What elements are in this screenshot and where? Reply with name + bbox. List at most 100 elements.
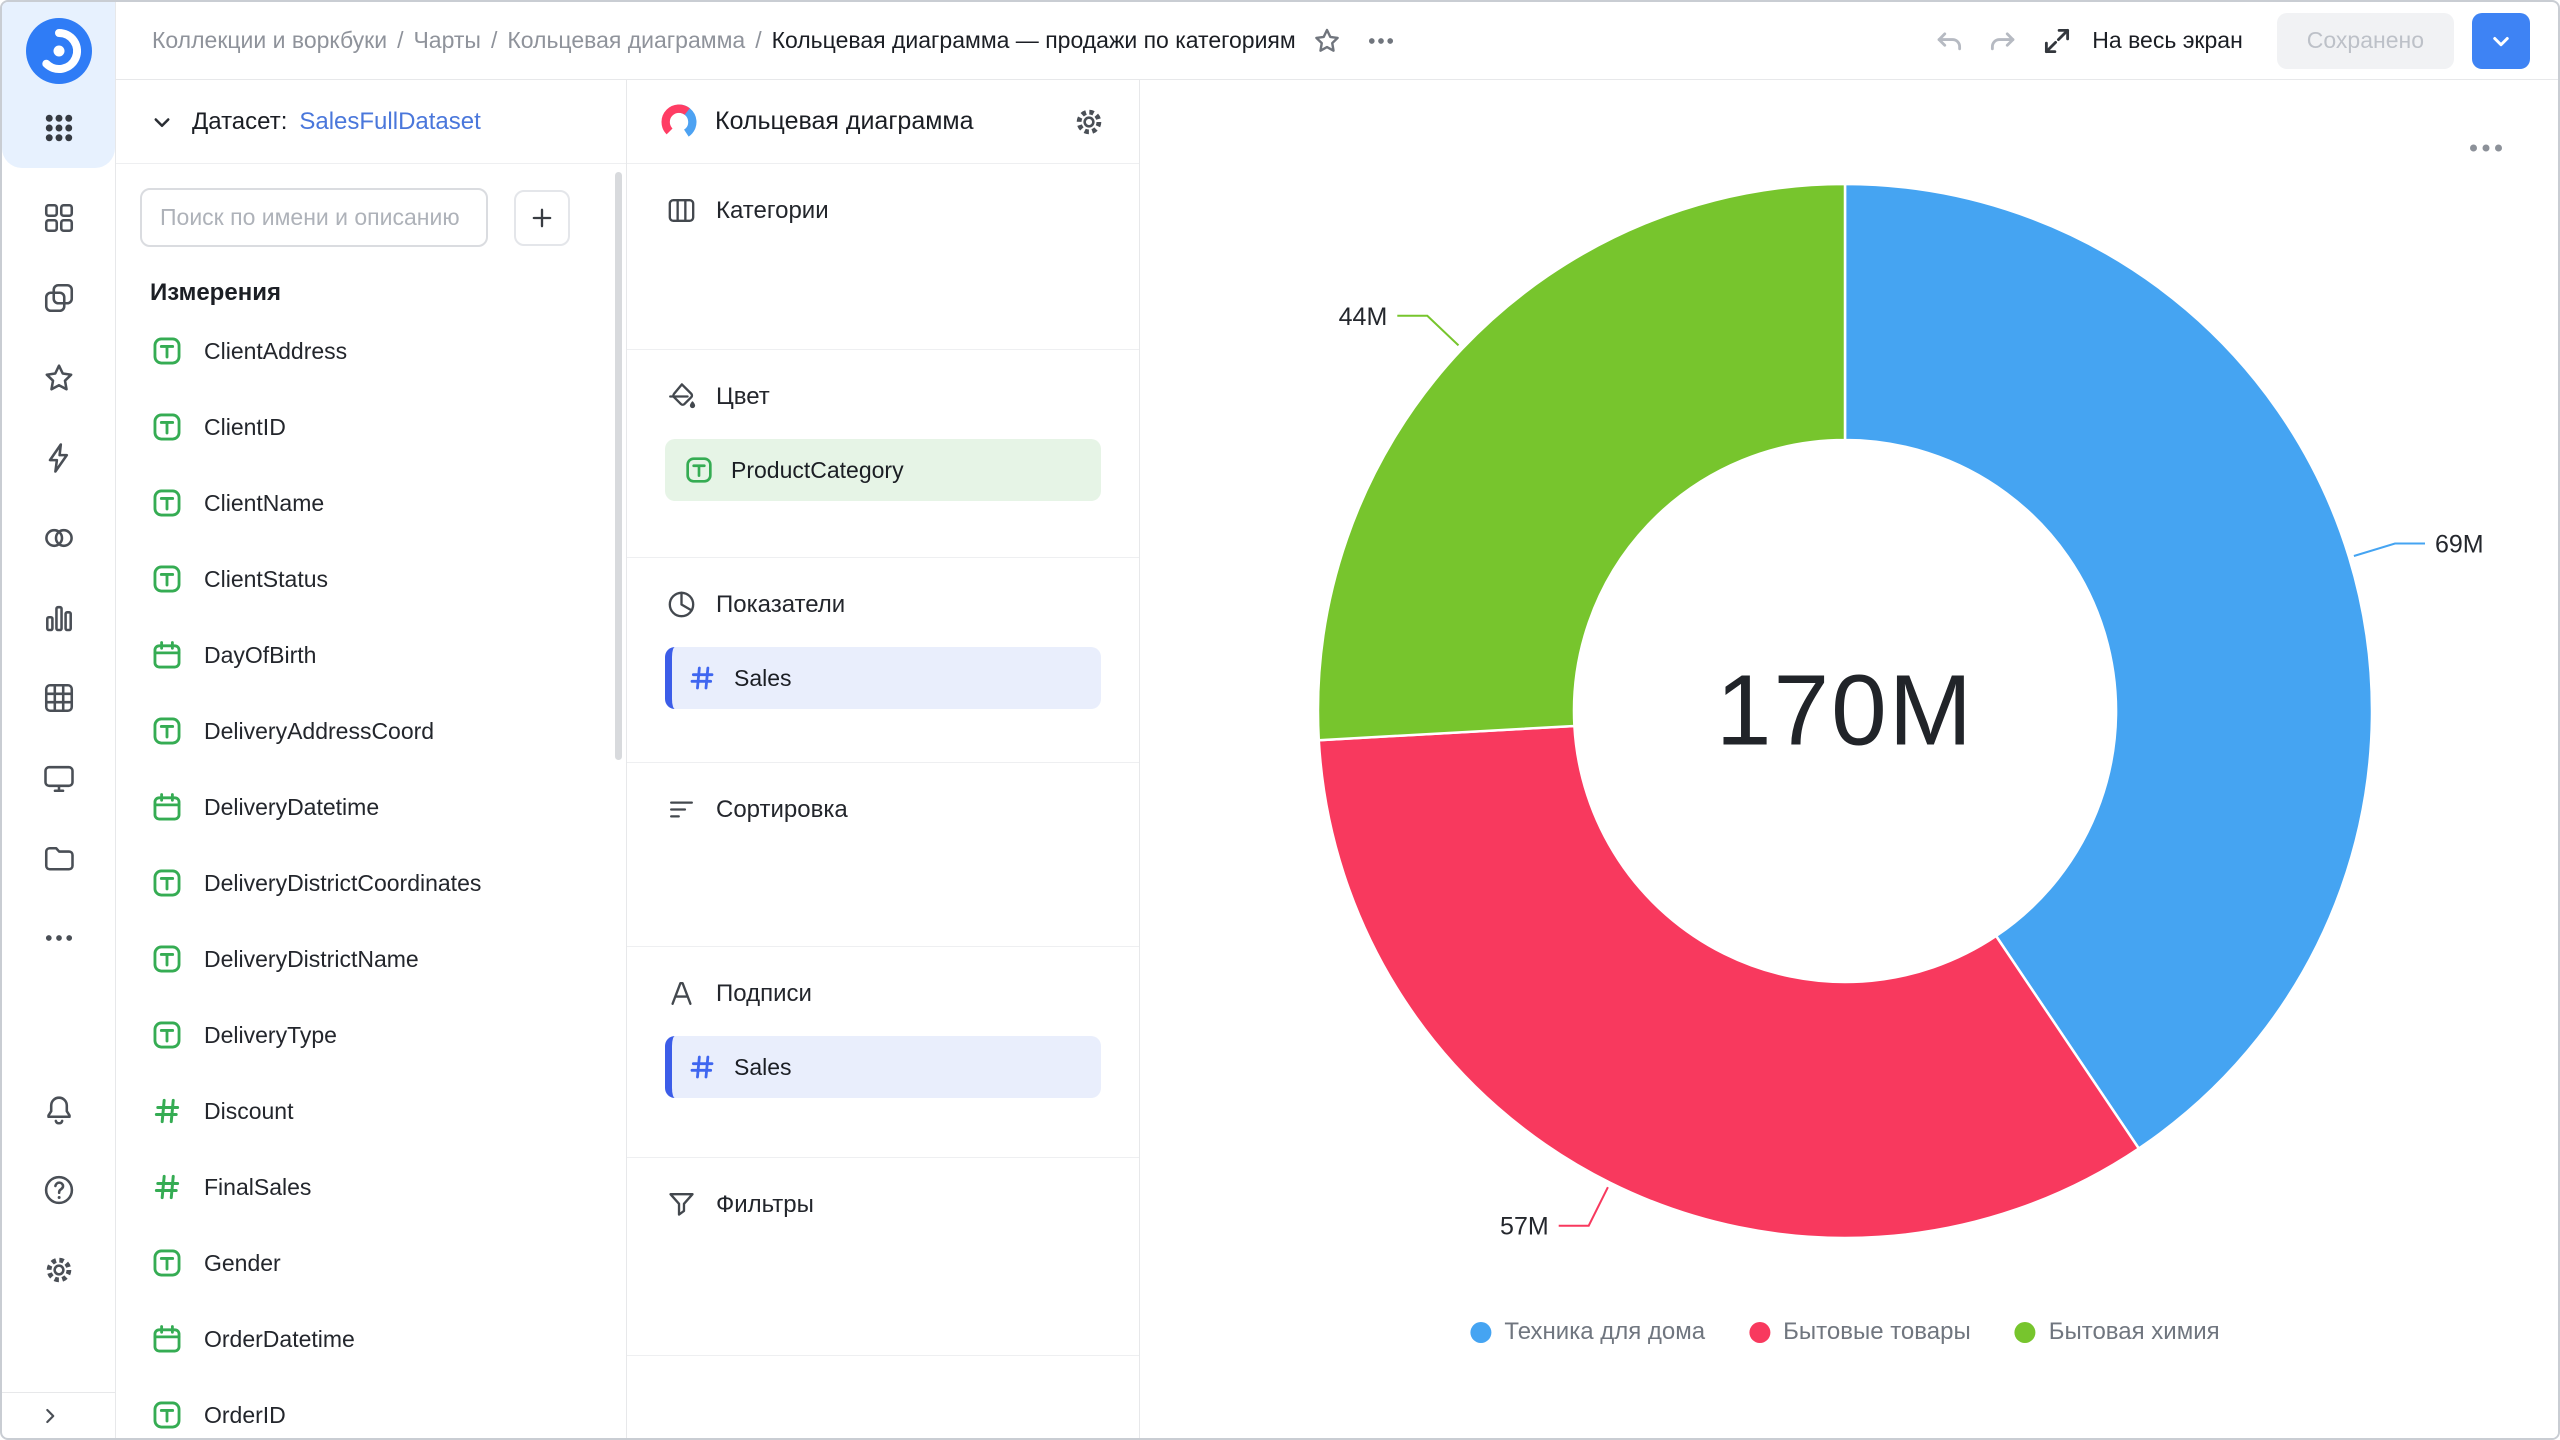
dataset-field-row[interactable]: ClientAddress xyxy=(116,313,626,389)
rail-nav-icons xyxy=(41,200,77,956)
dimensions-section-title: Измерения xyxy=(150,279,626,307)
field-name: DeliveryDistrictName xyxy=(204,946,419,973)
text-field-icon xyxy=(150,942,184,976)
dataset-label: Датасет: xyxy=(192,108,287,136)
dashboards-monitor-icon[interactable] xyxy=(41,760,77,796)
field-search-input[interactable] xyxy=(140,188,488,247)
connections-icon[interactable] xyxy=(41,520,77,556)
legend-label: Техника для дома xyxy=(1504,1318,1705,1346)
favorite-star-icon[interactable] xyxy=(1304,18,1350,64)
editor-bolt-icon[interactable] xyxy=(41,440,77,476)
dataset-search-row xyxy=(116,164,626,247)
field-name: ClientID xyxy=(204,414,286,441)
collections-icon[interactable] xyxy=(41,280,77,316)
text-field-icon xyxy=(683,454,715,486)
dataset-field-row[interactable]: DeliveryDistrictCoordinates xyxy=(116,845,626,921)
legend-item[interactable]: Техника для дома xyxy=(1470,1318,1705,1346)
rail-collapse-bar xyxy=(2,1392,115,1438)
number-field-icon xyxy=(150,1094,184,1128)
field-name: ClientAddress xyxy=(204,338,347,365)
settings-gear-icon[interactable] xyxy=(41,1252,77,1288)
dataset-field-row[interactable]: Discount xyxy=(116,1073,626,1149)
dataset-field-row[interactable]: DeliveryDatetime xyxy=(116,769,626,845)
more-dots-icon[interactable] xyxy=(41,920,77,956)
field-chip-Sales[interactable]: Sales xyxy=(665,647,1101,709)
config-section-labels: ПодписиSales xyxy=(627,947,1139,1158)
legend-dot xyxy=(1470,1322,1491,1343)
undo-icon[interactable] xyxy=(1926,18,1972,64)
add-field-button[interactable] xyxy=(514,190,570,246)
fullscreen-label[interactable]: На весь экран xyxy=(2092,27,2243,54)
dataset-field-row[interactable]: OrderDatetime xyxy=(116,1301,626,1377)
chip-label: Sales xyxy=(734,665,792,692)
app-root: Коллекции и воркбуки/Чарты/Кольцевая диа… xyxy=(0,0,2560,1440)
hash-icon xyxy=(686,1051,718,1083)
slice-value-label: 44M xyxy=(1339,303,1388,331)
field-name: DeliveryDistrictCoordinates xyxy=(204,870,481,897)
redo-icon[interactable] xyxy=(1980,18,2026,64)
left-rail xyxy=(2,2,116,1438)
config-section-measures: Показатели Sales xyxy=(627,558,1139,763)
top-bar: Коллекции и воркбуки/Чарты/Кольцевая диа… xyxy=(116,2,2558,80)
label-leader-line xyxy=(1559,1187,1608,1226)
section-header: Фильтры xyxy=(665,1188,1101,1221)
breadcrumb-separator: / xyxy=(491,27,497,54)
tiles-icon[interactable] xyxy=(41,200,77,236)
donut-slice-2[interactable] xyxy=(1319,726,2139,1238)
page-title: Кольцевая диаграмма — продажи по категор… xyxy=(772,27,1296,54)
saved-button[interactable]: Сохранено xyxy=(2277,13,2454,69)
section-header: Показатели xyxy=(665,588,1101,621)
text-field-icon xyxy=(150,1398,184,1432)
content-row: Датасет: SalesFullDataset Измерения Clie… xyxy=(116,80,2558,1438)
dataset-field-row[interactable]: Gender xyxy=(116,1225,626,1301)
save-dropdown-button[interactable] xyxy=(2472,13,2530,69)
favorites-star-icon[interactable] xyxy=(41,360,77,396)
dataset-field-row[interactable]: DeliveryType xyxy=(116,997,626,1073)
datasets-grid-icon[interactable] xyxy=(41,680,77,716)
legend-dot xyxy=(2015,1322,2036,1343)
chevron-down-icon[interactable] xyxy=(144,104,180,140)
more-menu-icon[interactable] xyxy=(1358,18,1404,64)
dataset-field-row[interactable]: DeliveryDistrictName xyxy=(116,921,626,997)
text-field-icon xyxy=(150,714,184,748)
hash-icon xyxy=(686,662,718,694)
charts-bars-icon[interactable] xyxy=(41,600,77,636)
legend-label: Бытовая химия xyxy=(2049,1318,2220,1346)
help-icon[interactable] xyxy=(41,1172,77,1208)
field-name: DeliveryDatetime xyxy=(204,794,379,821)
storage-folder-icon[interactable] xyxy=(41,840,77,876)
dataset-field-row[interactable]: ClientID xyxy=(116,389,626,465)
field-chip-Sales[interactable]: Sales xyxy=(665,1036,1101,1098)
breadcrumb-item[interactable]: Чарты xyxy=(413,27,480,54)
config-section-categories: Категории xyxy=(627,164,1139,350)
text-field-icon xyxy=(150,866,184,900)
slice-value-label: 69M xyxy=(2435,531,2484,559)
dataset-field-row[interactable]: OrderID xyxy=(116,1377,626,1438)
chart-area: 69M57M44M 170M Техника для домаБытовые т… xyxy=(1140,80,2558,1438)
breadcrumb-item[interactable]: Коллекции и воркбуки xyxy=(152,27,387,54)
dataset-panel: Датасет: SalesFullDataset Измерения Clie… xyxy=(116,80,627,1438)
breadcrumb-item[interactable]: Кольцевая диаграмма xyxy=(507,27,745,54)
datalens-logo-icon[interactable] xyxy=(26,18,92,84)
dataset-field-row[interactable]: FinalSales xyxy=(116,1149,626,1225)
dataset-name-link[interactable]: SalesFullDataset xyxy=(299,108,480,136)
dataset-field-row[interactable]: DeliveryAddressCoord xyxy=(116,693,626,769)
dataset-scrollbar-thumb[interactable] xyxy=(615,172,622,760)
main-column: Коллекции и воркбуки/Чарты/Кольцевая диа… xyxy=(116,2,2558,1438)
legend-item[interactable]: Бытовая химия xyxy=(2015,1318,2220,1346)
date-field-icon xyxy=(150,1322,184,1356)
dataset-field-row[interactable]: ClientName xyxy=(116,465,626,541)
dataset-field-row[interactable]: ClientStatus xyxy=(116,541,626,617)
expand-rail-icon[interactable] xyxy=(32,1398,68,1434)
fullscreen-icon[interactable] xyxy=(2034,18,2080,64)
notifications-bell-icon[interactable] xyxy=(41,1092,77,1128)
slice-value-label: 57M xyxy=(1500,1213,1549,1241)
services-grid-icon[interactable] xyxy=(41,110,77,146)
dataset-field-row[interactable]: DayOfBirth xyxy=(116,617,626,693)
chart-settings-gear-icon[interactable] xyxy=(1065,98,1113,146)
dataset-panel-header: Датасет: SalesFullDataset xyxy=(116,80,626,164)
text-field-icon xyxy=(150,410,184,444)
field-chip-ProductCategory[interactable]: ProductCategory xyxy=(665,439,1101,501)
legend-dot xyxy=(1749,1322,1770,1343)
legend-item[interactable]: Бытовые товары xyxy=(1749,1318,1971,1346)
